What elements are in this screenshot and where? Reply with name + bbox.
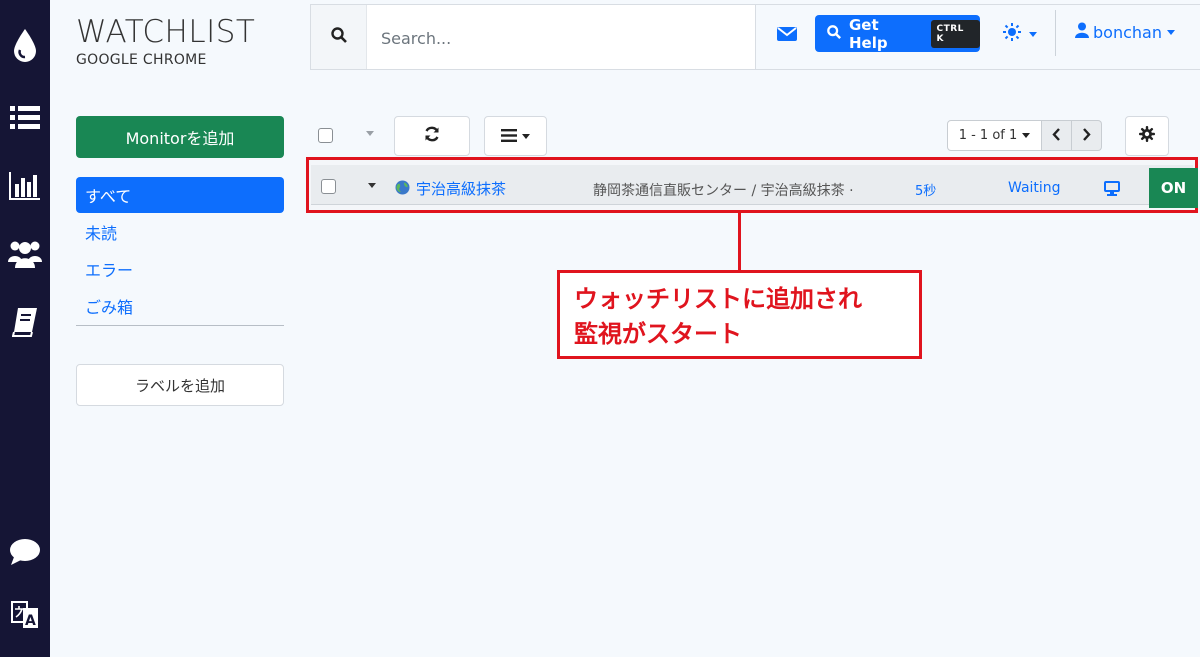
search-icon (827, 24, 841, 43)
globe-icon (395, 180, 410, 199)
refresh-button[interactable] (394, 116, 470, 156)
chevron-down-icon (1166, 29, 1175, 35)
monitor-title-link[interactable]: 宇治高級抹茶 (416, 178, 506, 199)
add-label-button[interactable]: ラベルを追加 (76, 364, 284, 406)
annotation-line-1: ウォッチリストに追加され (574, 285, 862, 313)
monitor-status[interactable]: Waiting (1008, 180, 1061, 196)
user-icon (1075, 22, 1089, 42)
book-icon[interactable] (0, 305, 50, 339)
chevron-down-icon (1029, 31, 1037, 37)
pagination: 1 - 1 of 1 (947, 120, 1102, 151)
menu-icon (501, 127, 517, 146)
select-dropdown-caret[interactable] (366, 131, 374, 136)
app-subtitle: GOOGLE CHROME (76, 52, 207, 68)
search-icon (330, 27, 347, 47)
chevron-down-icon (522, 133, 530, 139)
settings-button[interactable] (1125, 116, 1169, 156)
annotation-line-2: 監視がスタート (574, 320, 742, 348)
monitor-toggle-on[interactable]: ON (1149, 168, 1198, 208)
annotation-callout: ウォッチリストに追加され 監視がスタート (557, 270, 922, 359)
droplet-logo-icon[interactable] (0, 26, 50, 66)
filter-error[interactable]: エラー (76, 250, 284, 287)
pagination-text: 1 - 1 of 1 (958, 128, 1018, 143)
get-help-label: Get Help (849, 15, 888, 52)
filter-all[interactable]: すべて (76, 177, 284, 213)
svg-text:A: A (25, 613, 36, 629)
filter-trash[interactable]: ごみ箱 (76, 287, 284, 324)
chat-icon[interactable] (0, 537, 50, 567)
sun-icon (1003, 23, 1021, 45)
username: bonchan (1093, 22, 1162, 42)
list-icon[interactable] (0, 103, 50, 133)
mail-icon[interactable] (777, 26, 797, 46)
row-checkbox[interactable] (321, 179, 336, 194)
filter-list: すべて 未読 エラー ごみ箱 (76, 177, 284, 324)
refresh-icon (424, 126, 440, 146)
users-icon[interactable] (0, 236, 50, 270)
search-bar (310, 4, 756, 70)
brand: WATCHLIST GOOGLE CHROME (76, 14, 255, 68)
filter-unread[interactable]: 未読 (76, 213, 284, 250)
icon-rail: A (0, 0, 50, 657)
annotation-connector (738, 213, 741, 272)
select-all-checkbox[interactable] (318, 128, 333, 143)
search-input[interactable] (381, 25, 741, 51)
chevron-down-icon (1022, 133, 1031, 138)
add-monitor-button[interactable]: Monitorを追加 (76, 116, 284, 158)
monitor-interval[interactable]: 5秒 (915, 180, 936, 199)
bulk-actions-menu[interactable] (484, 116, 547, 156)
gear-icon (1139, 126, 1155, 146)
monitor-url-text[interactable]: 静岡茶通信直販センター / 宇治高級抹茶 · (593, 180, 891, 200)
chevron-right-icon (1082, 126, 1091, 145)
header-divider (1055, 10, 1056, 56)
search-button[interactable] (311, 5, 367, 69)
desktop-icon[interactable] (1104, 181, 1120, 200)
sidebar-divider (76, 325, 284, 326)
chart-icon[interactable] (0, 171, 50, 201)
theme-toggle[interactable] (1003, 23, 1037, 45)
row-expand-caret[interactable] (368, 183, 376, 188)
prev-page-button[interactable] (1042, 120, 1072, 151)
app-title: WATCHLIST (76, 14, 256, 50)
get-help-button[interactable]: Get Help CTRL K (815, 15, 980, 52)
chevron-left-icon (1052, 126, 1061, 145)
next-page-button[interactable] (1072, 120, 1102, 151)
user-menu[interactable]: bonchan (1075, 22, 1175, 42)
translate-icon[interactable]: A (0, 600, 50, 630)
keyboard-shortcut-badge: CTRL K (930, 19, 980, 48)
table-row[interactable]: 宇治高級抹茶 静岡茶通信直販センター / 宇治高級抹茶 · 5秒 Waiting… (306, 157, 1198, 213)
pagination-info[interactable]: 1 - 1 of 1 (947, 120, 1042, 151)
